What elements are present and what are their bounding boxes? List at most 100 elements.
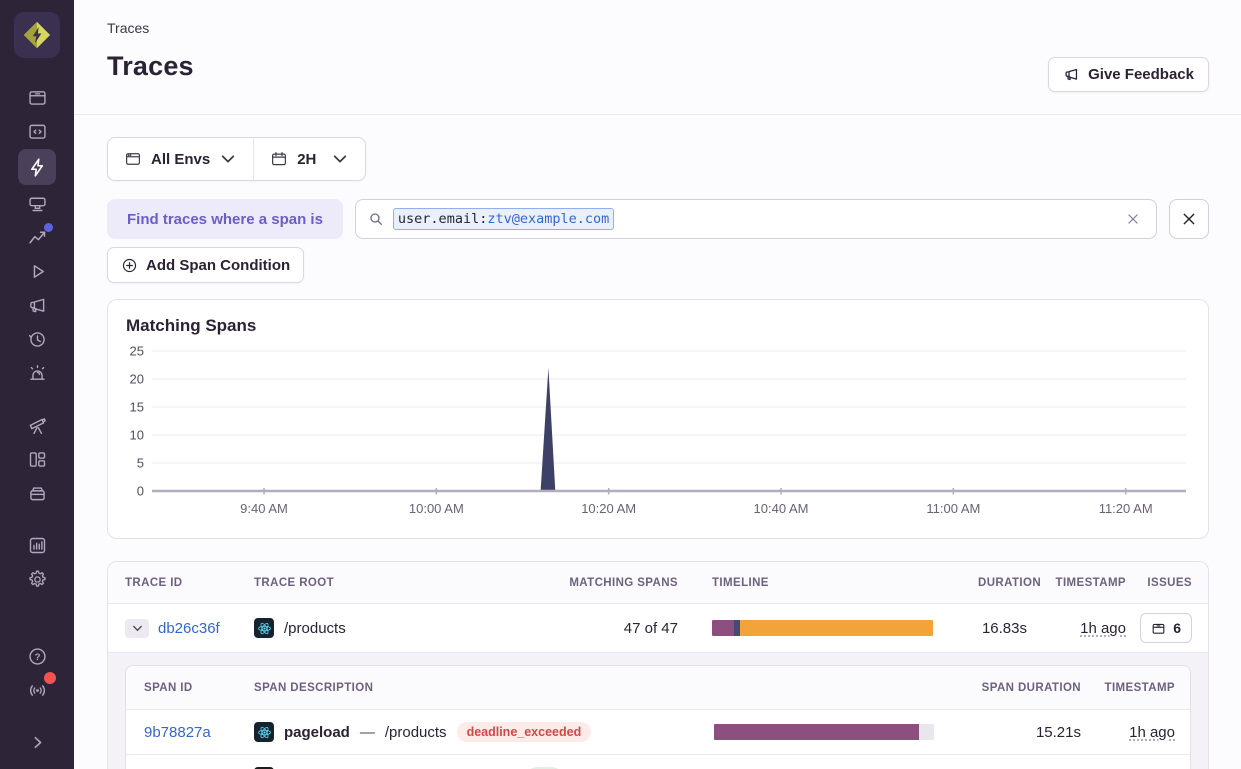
sidebar-item-dashboards[interactable] — [18, 443, 56, 475]
spans-table-header: Span ID Span Description Span Duration T… — [126, 666, 1190, 710]
span-duration: 15.21s — [936, 724, 1086, 741]
chevron-down-icon — [132, 623, 143, 634]
col-duration: Duration — [978, 577, 1033, 589]
col-matching-spans: Matching Spans — [548, 577, 678, 589]
chevron-down-icon — [331, 150, 349, 168]
sidebar-item-settings[interactable] — [18, 563, 56, 595]
calendar-icon — [270, 150, 288, 168]
sidebar-item-history[interactable] — [18, 323, 56, 355]
environment-filter-label: All Envs — [151, 151, 210, 168]
sidebar-item-alerts[interactable] — [18, 357, 56, 389]
issues-inbox-icon — [27, 87, 48, 108]
trace-timestamp[interactable]: 1h ago — [1080, 620, 1126, 637]
svg-text:11:00 AM: 11:00 AM — [926, 501, 980, 516]
collapse-row-button[interactable] — [125, 619, 149, 638]
clock-history-icon — [27, 329, 48, 350]
spans-table: Span ID Span Description Span Duration T… — [125, 665, 1191, 769]
svg-text:15: 15 — [130, 400, 144, 415]
matching-spans-count: 47 of 47 — [548, 620, 678, 637]
svg-text:10: 10 — [130, 428, 144, 443]
page-header: Traces Traces Give Feedback — [74, 0, 1241, 115]
sidebar-item-help[interactable]: ? — [18, 640, 56, 672]
span-timestamp[interactable]: 1h ago — [1129, 724, 1175, 741]
svg-text:11:20 AM: 11:20 AM — [1099, 501, 1153, 516]
close-icon — [1126, 212, 1140, 226]
archive-box-icon — [27, 483, 48, 504]
span-search-input[interactable]: user.email:ztv@example.com — [355, 199, 1157, 239]
span-row: b7a7e441 ex http.server — GET /organizat… — [126, 754, 1190, 769]
col-trace-id: Trace ID — [108, 577, 254, 589]
filter-bar: All Envs 2H — [107, 137, 366, 181]
issues-inbox-icon — [1151, 621, 1166, 636]
trace-timeline-bar[interactable] — [712, 620, 933, 636]
megaphone-icon — [27, 295, 48, 316]
remove-condition-button[interactable] — [1169, 199, 1209, 239]
sidebar-item-feedback[interactable] — [18, 289, 56, 321]
window-icon — [124, 150, 142, 168]
sidebar-item-insights[interactable] — [18, 221, 56, 253]
col-span-id: Span ID — [126, 682, 254, 694]
telescope-icon — [27, 415, 48, 436]
svg-text:?: ? — [34, 652, 40, 663]
sidebar-item-replays[interactable] — [18, 255, 56, 287]
give-feedback-button[interactable]: Give Feedback — [1048, 57, 1209, 92]
search-icon — [368, 211, 384, 227]
insights-notification-dot — [44, 223, 53, 232]
siren-icon — [27, 363, 48, 384]
layout-grid-icon — [27, 449, 48, 470]
lightning-icon — [27, 157, 48, 178]
span-query-row: Find traces where a span is user.email:z… — [107, 199, 1209, 239]
play-icon — [27, 261, 48, 282]
svg-text:9:40 AM: 9:40 AM — [240, 501, 288, 516]
sidebar-item-discover[interactable] — [18, 409, 56, 441]
sidebar-item-archive[interactable] — [18, 477, 56, 509]
code-folder-icon — [27, 121, 48, 142]
col-trace-root: Trace Root — [254, 577, 548, 589]
clear-search-button[interactable] — [1122, 208, 1144, 230]
trace-root-label: /products — [284, 620, 346, 637]
trace-id-link[interactable]: db26c36f — [158, 620, 220, 637]
sidebar: ? — [0, 0, 74, 769]
sidebar-item-explore[interactable] — [18, 149, 56, 185]
sidebar-item-whats-new[interactable] — [18, 674, 56, 706]
add-span-condition-label: Add Span Condition — [146, 257, 290, 274]
sidebar-item-stats-projector[interactable] — [18, 187, 56, 219]
svg-text:0: 0 — [137, 484, 144, 499]
chevron-down-icon — [219, 150, 237, 168]
matching-spans-chart[interactable]: 05101520259:40 AM10:00 AM10:20 AM10:40 A… — [126, 342, 1192, 518]
col-span-description: Span Description — [254, 682, 696, 694]
time-range-filter-label: 2H — [297, 151, 316, 168]
sidebar-item-projects[interactable] — [18, 115, 56, 147]
trace-row: db26c36f /products 47 of 47 16 — [108, 604, 1208, 652]
span-op: pageload — [284, 724, 350, 741]
environment-filter[interactable]: All Envs — [108, 138, 253, 180]
chevron-right-icon — [27, 732, 48, 753]
col-span-duration: Span Duration — [936, 682, 1086, 694]
page-title: Traces — [107, 51, 1209, 82]
close-icon — [1181, 211, 1197, 227]
traces-table-header: Trace ID Trace Root Matching Spans Timel… — [108, 562, 1208, 604]
col-timeline: Timeline — [678, 577, 978, 589]
col-span-timestamp: Timestamp — [1086, 682, 1191, 694]
time-range-filter[interactable]: 2H — [253, 138, 365, 180]
svg-text:10:00 AM: 10:00 AM — [409, 501, 464, 516]
sidebar-item-usage-stats[interactable] — [18, 529, 56, 561]
app-logo[interactable] — [14, 12, 60, 58]
token-value: ztv@example.com — [487, 211, 609, 227]
add-span-condition-button[interactable]: Add Span Condition — [107, 247, 304, 283]
search-token[interactable]: user.email:ztv@example.com — [393, 208, 614, 230]
sidebar-item-issues[interactable] — [18, 81, 56, 113]
traces-table: Trace ID Trace Root Matching Spans Timel… — [107, 561, 1209, 769]
react-platform-icon — [254, 722, 274, 742]
main-area: Traces Traces Give Feedback All Envs — [74, 0, 1241, 769]
sidebar-collapse-toggle[interactable] — [18, 726, 56, 758]
trace-issues-button[interactable]: 6 — [1140, 613, 1192, 643]
find-traces-pill: Find traces where a span is — [107, 199, 343, 239]
span-status-badge: deadline_exceeded — [457, 722, 592, 742]
span-timeline-bar[interactable] — [714, 724, 934, 740]
plus-circle-icon — [121, 257, 138, 274]
span-description: /products — [385, 724, 447, 741]
breadcrumb[interactable]: Traces — [107, 20, 1209, 36]
give-feedback-label: Give Feedback — [1088, 66, 1194, 83]
span-id-link[interactable]: 9b78827a — [144, 724, 211, 741]
